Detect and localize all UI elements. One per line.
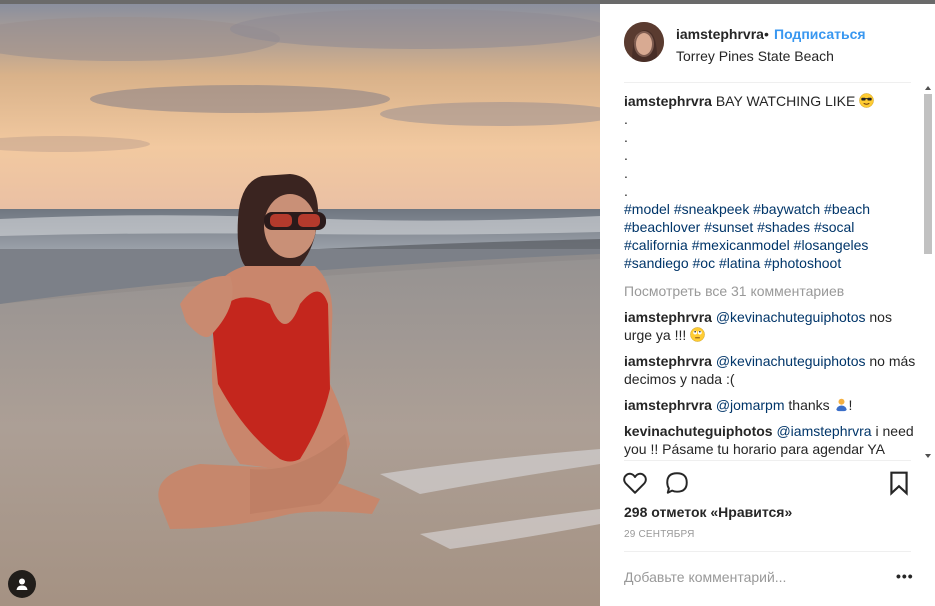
scroll-down-arrow-icon[interactable]	[925, 454, 931, 458]
hashtag-link[interactable]: #baywatch	[753, 201, 820, 217]
follow-button[interactable]: Подписаться	[774, 26, 866, 42]
divider	[624, 551, 911, 552]
post-date[interactable]: 29 СЕНТЯБРЯ	[624, 529, 695, 540]
caption: iamstephrvra BAY WATCHING LIKE . . . . .…	[624, 92, 922, 272]
hashtag-link[interactable]: #california	[624, 237, 688, 253]
user-tag-button[interactable]	[8, 570, 36, 598]
hashtag-link[interactable]: #mexicanmodel	[692, 237, 790, 253]
caption-dots: . . . . .	[624, 111, 628, 199]
beach-photo-image	[0, 4, 600, 606]
post-details-panel: iamstephrvra • Подписаться Torrey Pines …	[600, 4, 935, 606]
comments-list[interactable]: iamstephrvra BAY WATCHING LIKE . . . . .…	[624, 92, 922, 458]
comment-mention[interactable]: @jomarpm	[716, 397, 785, 413]
comment-username[interactable]: iamstephrvra	[624, 309, 712, 325]
comment-username[interactable]: iamstephrvra	[624, 353, 712, 369]
avatar[interactable]	[624, 22, 664, 62]
post-photo[interactable]	[0, 4, 600, 606]
divider	[624, 460, 911, 461]
hashtag-link[interactable]: #losangeles	[794, 237, 869, 253]
more-options-button[interactable]: •••	[896, 568, 914, 584]
hashtag-link[interactable]: #latina	[719, 255, 760, 271]
hashtag-link[interactable]: #oc	[693, 255, 716, 271]
post-author-username[interactable]: iamstephrvra	[676, 26, 764, 42]
post-actions	[600, 462, 935, 502]
hashtag-link[interactable]: #socal	[814, 219, 854, 235]
caption-text: BAY WATCHING LIKE	[715, 93, 856, 109]
comment-mention[interactable]: @kevinachuteguiphotos	[716, 309, 866, 325]
sunglasses-emoji-icon	[859, 93, 874, 108]
comment-item: kevinachuteguiphotos @iamstephrvra i nee…	[624, 422, 922, 458]
person-emoji-icon	[835, 398, 847, 412]
comment-mention[interactable]: @kevinachuteguiphotos	[716, 353, 866, 369]
user-tag-icon	[16, 578, 28, 590]
separator-dot: •	[764, 26, 769, 42]
hashtag-link[interactable]: #photoshoot	[764, 255, 841, 271]
hashtag-link[interactable]: #beachlover	[624, 219, 700, 235]
view-all-comments-link[interactable]: Посмотреть все 31 комментариев	[624, 282, 922, 300]
post-location[interactable]: Torrey Pines State Beach	[676, 48, 834, 64]
avatar-image	[624, 22, 664, 62]
comment-username[interactable]: kevinachuteguiphotos	[624, 423, 773, 439]
comment-item: iamstephrvra @kevinachuteguiphotos no má…	[624, 352, 922, 388]
comment-bubble-icon[interactable]	[664, 470, 690, 496]
caption-username[interactable]: iamstephrvra	[624, 93, 712, 109]
comment-text: thanks	[788, 397, 830, 413]
comment-username[interactable]: iamstephrvra	[624, 397, 712, 413]
hashtag-link[interactable]: #beach	[824, 201, 870, 217]
comment-text-tail: !	[848, 397, 853, 413]
hashtags: #model #sneakpeek #baywatch #beach #beac…	[624, 200, 922, 272]
hashtag-link[interactable]: #sandiego	[624, 255, 689, 271]
hashtag-link[interactable]: #model	[624, 201, 670, 217]
bookmark-icon[interactable]	[886, 470, 912, 496]
divider	[624, 82, 911, 83]
scrollbar-thumb[interactable]	[924, 94, 932, 254]
hashtag-link[interactable]: #shades	[757, 219, 810, 235]
rolling-eyes-emoji-icon	[690, 327, 705, 342]
comment-item: iamstephrvra @kevinachuteguiphotos nos u…	[624, 308, 922, 344]
hashtag-link[interactable]: #sunset	[704, 219, 753, 235]
post-header: iamstephrvra • Подписаться Torrey Pines …	[600, 4, 935, 82]
add-comment-input[interactable]: Добавьте комментарий...	[624, 569, 786, 585]
scroll-up-arrow-icon[interactable]	[925, 86, 931, 90]
comment-item: iamstephrvra @jomarpm thanks !	[624, 396, 922, 414]
comments-scrollbar[interactable]	[922, 84, 934, 460]
comment-mention[interactable]: @iamstephrvra	[776, 423, 871, 439]
likes-count[interactable]: 298 отметок «Нравится»	[624, 504, 792, 520]
heart-icon[interactable]	[622, 470, 648, 496]
hashtag-link[interactable]: #sneakpeek	[674, 201, 750, 217]
